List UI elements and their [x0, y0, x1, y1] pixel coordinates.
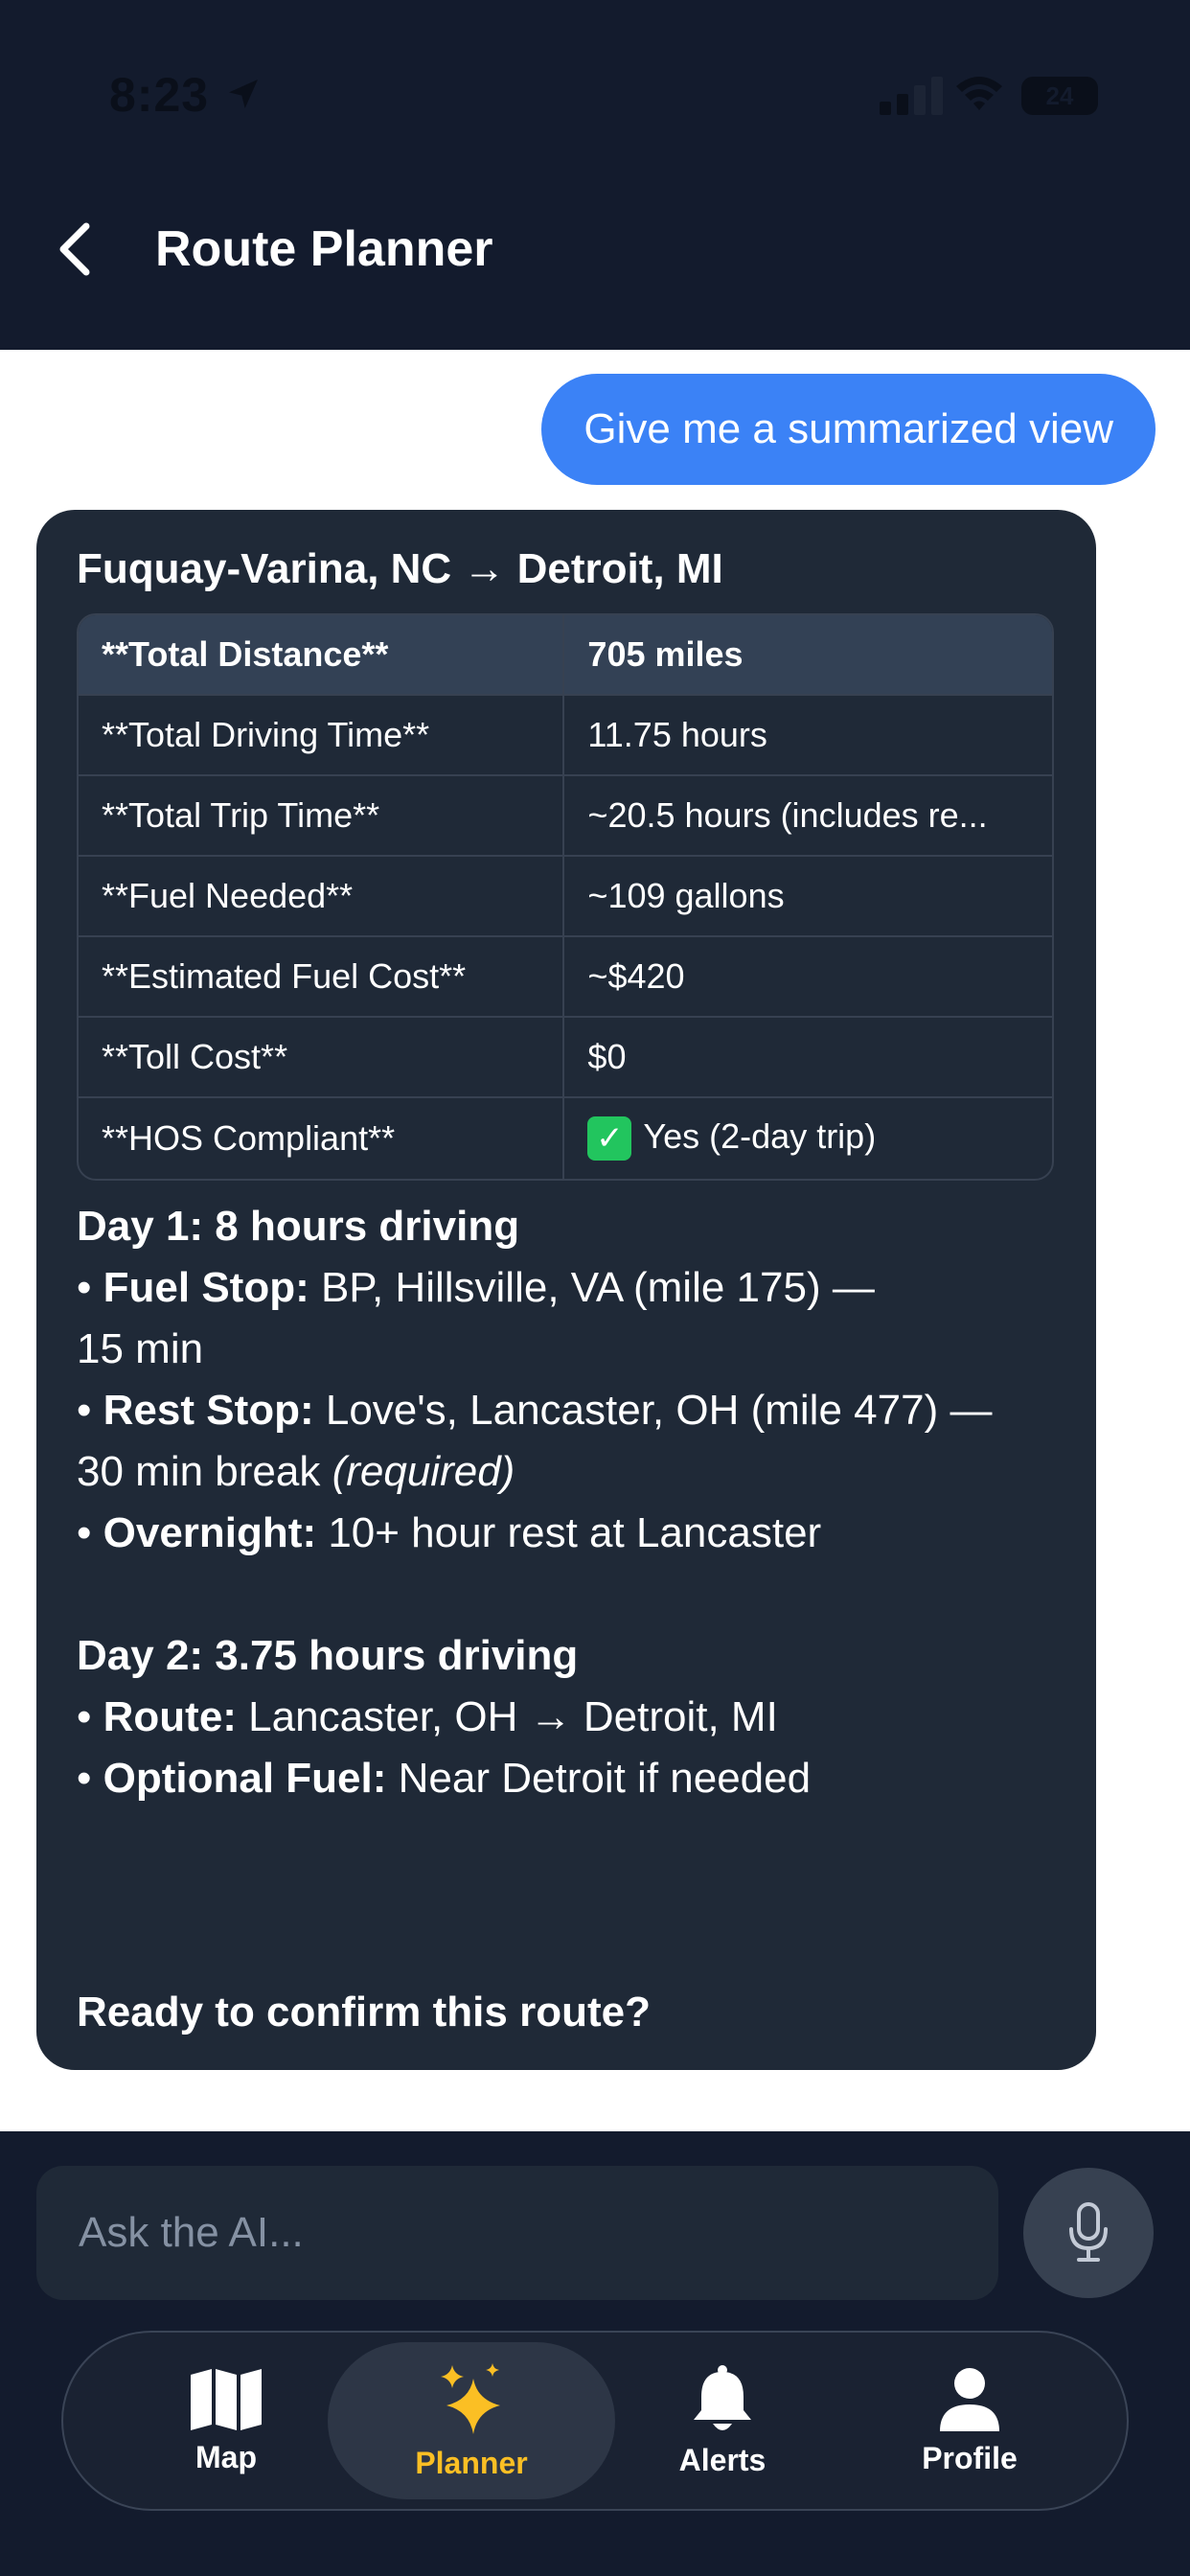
- bottom-panel: Map Planner Alerts Profile: [0, 2131, 1190, 2576]
- rest-required: (required): [332, 1448, 515, 1495]
- map-icon: [191, 2368, 262, 2430]
- cellular-signal-icon: [880, 77, 943, 115]
- location-arrow-icon: [229, 80, 258, 108]
- confirm-prompt: Ready to confirm this route?: [77, 1989, 651, 2036]
- table-cell-key: **Toll Cost**: [79, 1018, 565, 1098]
- day1-title: Day 1: 8 hours driving: [77, 1203, 520, 1250]
- overnight-label: Overnight:: [103, 1509, 317, 1556]
- microphone-icon: [1069, 2202, 1108, 2262]
- trip-plan: Day 1: 8 hours driving • Fuel Stop: BP, …: [77, 1196, 1056, 1809]
- route-text: Lancaster, OH → Detroit, MI: [236, 1693, 778, 1740]
- tab-label: Profile: [922, 2440, 1018, 2475]
- chevron-left-icon: [59, 222, 90, 276]
- ai-response-card: Fuquay-Varina, NC → Detroit, MI **Total …: [36, 510, 1096, 2070]
- tab-label: Alerts: [678, 2442, 767, 2477]
- fuel-stop-label: Fuel Stop:: [103, 1264, 309, 1311]
- day1-fuel-stop: • Fuel Stop: BP, Hillsville, VA (mile 17…: [77, 1264, 875, 1311]
- status-time: 8:23: [109, 68, 210, 122]
- table-cell-value: ~20.5 hours (includes re...: [564, 776, 1052, 857]
- table-cell-value: ~$420: [564, 937, 1052, 1018]
- tab-alerts[interactable]: Alerts: [579, 2342, 866, 2499]
- app-header: 8:23 24 Route Planner: [0, 0, 1190, 350]
- day1-rest-stop: • Rest Stop: Love's, Lancaster, OH (mile…: [77, 1387, 993, 1434]
- status-bar: 8:23 24: [0, 0, 1190, 192]
- table-cell-value: ✓ Yes (2-day trip): [564, 1098, 1052, 1179]
- rest-stop-text-2: 30 min break: [77, 1448, 332, 1495]
- tab-map[interactable]: Map: [82, 2342, 370, 2499]
- wifi-icon: [956, 77, 1002, 110]
- table-header-row: **Total Distance** 705 miles: [79, 615, 1052, 696]
- table-cell-value: $0: [564, 1018, 1052, 1098]
- table-cell-key: **Total Trip Time**: [79, 776, 565, 857]
- fuel-stop-text: BP, Hillsville, VA (mile 175) —: [309, 1264, 875, 1311]
- overnight-text: 10+ hour rest at Lancaster: [316, 1509, 822, 1556]
- table-cell-key: **HOS Compliant**: [79, 1098, 565, 1179]
- table-row: **Total Trip Time** ~20.5 hours (include…: [79, 776, 1052, 857]
- day1-overnight: • Overnight: 10+ hour rest at Lancaster: [77, 1509, 822, 1556]
- tab-profile[interactable]: Profile: [826, 2342, 1113, 2499]
- day2-title: Day 2: 3.75 hours driving: [77, 1632, 579, 1679]
- bell-icon: [694, 2364, 751, 2430]
- table-cell-key: **Total Distance**: [79, 615, 565, 696]
- table-cell-value: 11.75 hours: [564, 696, 1052, 776]
- table-row: **Fuel Needed** ~109 gallons: [79, 857, 1052, 937]
- rest-stop-label: Rest Stop:: [103, 1387, 314, 1434]
- back-button[interactable]: [46, 217, 103, 282]
- rest-stop-text: Love's, Lancaster, OH (mile 477) —: [313, 1387, 993, 1434]
- day2-route: • Route: Lancaster, OH → Detroit, MI: [77, 1693, 778, 1740]
- table-row: **Toll Cost** $0: [79, 1018, 1052, 1098]
- sparkles-icon: [441, 2362, 500, 2434]
- battery-icon: 24: [1021, 77, 1098, 115]
- trip-summary-table: **Total Distance** 705 miles **Total Dri…: [77, 613, 1054, 1181]
- hos-value: Yes (2-day trip): [643, 1116, 877, 1156]
- table-cell-key: **Total Driving Time**: [79, 696, 565, 776]
- route-title: Fuquay-Varina, NC → Detroit, MI: [77, 545, 723, 592]
- tab-planner[interactable]: Planner: [328, 2342, 615, 2499]
- tab-label: Planner: [415, 2445, 528, 2480]
- table-row: **Estimated Fuel Cost** ~$420: [79, 937, 1052, 1018]
- day2-optional-fuel: • Optional Fuel: Near Detroit if needed: [77, 1755, 812, 1802]
- person-icon: [940, 2367, 999, 2431]
- user-message-bubble: Give me a summarized view: [541, 374, 1156, 485]
- table-cell-key: **Estimated Fuel Cost**: [79, 937, 565, 1018]
- table-row: **HOS Compliant** ✓ Yes (2-day trip): [79, 1098, 1052, 1179]
- ask-ai-input[interactable]: [36, 2166, 998, 2300]
- rest-stop-line-2: 30 min break (required): [77, 1441, 1056, 1503]
- table-cell-value: 705 miles: [564, 615, 1052, 696]
- tab-bar: Map Planner Alerts Profile: [61, 2331, 1129, 2511]
- battery-level: 24: [1045, 80, 1074, 110]
- checkmark-icon: ✓: [587, 1116, 632, 1162]
- optional-fuel-label: Optional Fuel:: [103, 1755, 387, 1802]
- microphone-button[interactable]: [1023, 2168, 1154, 2298]
- tab-label: Map: [195, 2439, 257, 2474]
- page-title: Route Planner: [155, 221, 493, 277]
- optional-fuel-text: Near Detroit if needed: [386, 1755, 812, 1802]
- table-cell-value: ~109 gallons: [564, 857, 1052, 937]
- route-label: Route:: [103, 1693, 237, 1740]
- table-row: **Total Driving Time** 11.75 hours: [79, 696, 1052, 776]
- fuel-stop-text-2: 15 min: [77, 1325, 204, 1372]
- table-cell-key: **Fuel Needed**: [79, 857, 565, 937]
